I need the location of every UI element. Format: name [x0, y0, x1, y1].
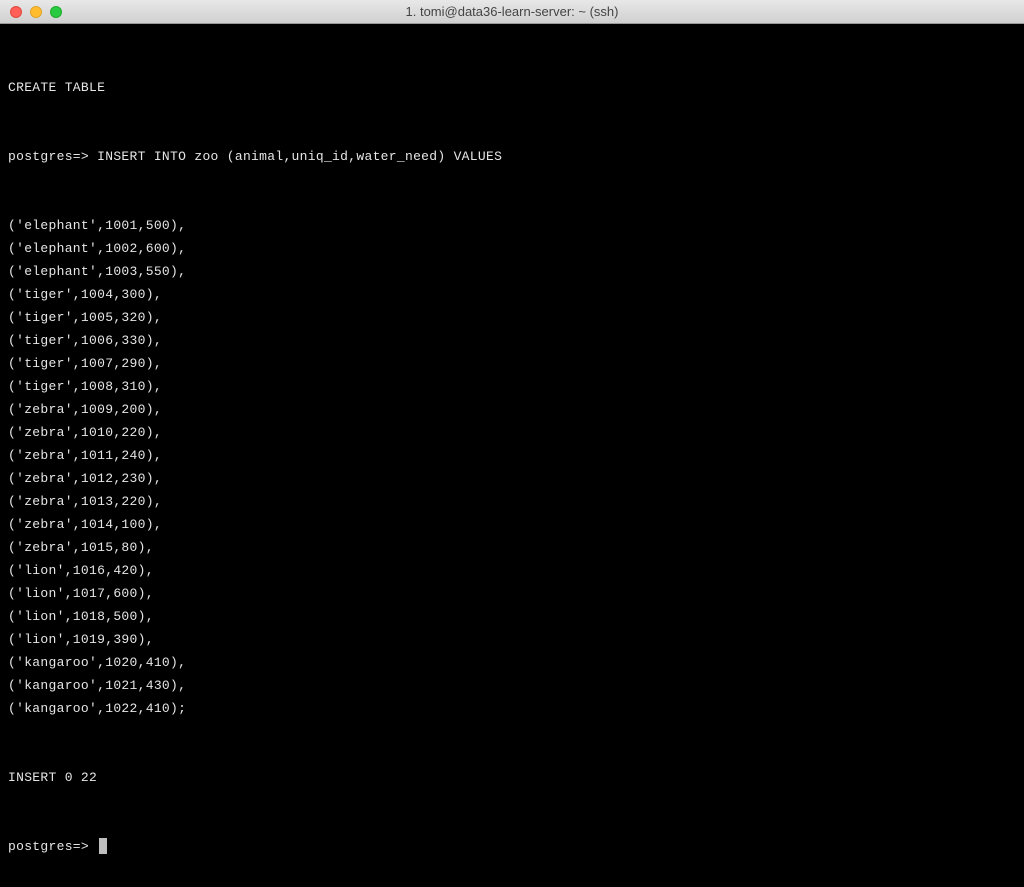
- sql-value-row: ('lion',1019,390),: [8, 628, 1016, 651]
- terminal-line: postgres=> INSERT INTO zoo (animal,uniq_…: [8, 145, 1016, 168]
- sql-value-row: ('tiger',1008,310),: [8, 375, 1016, 398]
- sql-value-row: ('zebra',1011,240),: [8, 444, 1016, 467]
- terminal-line: postgres=>: [8, 835, 1016, 858]
- prompt-text: postgres=>: [8, 839, 89, 854]
- traffic-lights: [10, 6, 62, 18]
- terminal-line: CREATE TABLE: [8, 76, 1016, 99]
- sql-value-row: ('zebra',1015,80),: [8, 536, 1016, 559]
- sql-statement: INSERT INTO zoo (animal,uniq_id,water_ne…: [97, 149, 502, 164]
- prompt-text: postgres=>: [8, 149, 89, 164]
- maximize-icon[interactable]: [50, 6, 62, 18]
- terminal-line: INSERT 0 22: [8, 766, 1016, 789]
- minimize-icon[interactable]: [30, 6, 42, 18]
- sql-value-row: ('lion',1018,500),: [8, 605, 1016, 628]
- cursor-icon: [99, 838, 107, 854]
- sql-value-row: ('kangaroo',1022,410);: [8, 697, 1016, 720]
- sql-value-row: ('tiger',1004,300),: [8, 283, 1016, 306]
- sql-value-row: ('elephant',1003,550),: [8, 260, 1016, 283]
- sql-value-row: ('tiger',1005,320),: [8, 306, 1016, 329]
- sql-value-row: ('tiger',1006,330),: [8, 329, 1016, 352]
- sql-value-row: ('kangaroo',1021,430),: [8, 674, 1016, 697]
- sql-value-row: ('zebra',1012,230),: [8, 467, 1016, 490]
- close-icon[interactable]: [10, 6, 22, 18]
- sql-value-row: ('zebra',1010,220),: [8, 421, 1016, 444]
- sql-value-row: ('elephant',1001,500),: [8, 214, 1016, 237]
- window-title: 1. tomi@data36-learn-server: ~ (ssh): [0, 4, 1024, 19]
- window-titlebar: 1. tomi@data36-learn-server: ~ (ssh): [0, 0, 1024, 24]
- sql-value-row: ('elephant',1002,600),: [8, 237, 1016, 260]
- sql-value-row: ('lion',1017,600),: [8, 582, 1016, 605]
- sql-value-row: ('zebra',1014,100),: [8, 513, 1016, 536]
- sql-value-row: ('zebra',1009,200),: [8, 398, 1016, 421]
- terminal-viewport[interactable]: CREATE TABLE postgres=> INSERT INTO zoo …: [0, 24, 1024, 887]
- sql-value-row: ('zebra',1013,220),: [8, 490, 1016, 513]
- sql-value-row: ('tiger',1007,290),: [8, 352, 1016, 375]
- sql-value-row: ('lion',1016,420),: [8, 559, 1016, 582]
- sql-value-row: ('kangaroo',1020,410),: [8, 651, 1016, 674]
